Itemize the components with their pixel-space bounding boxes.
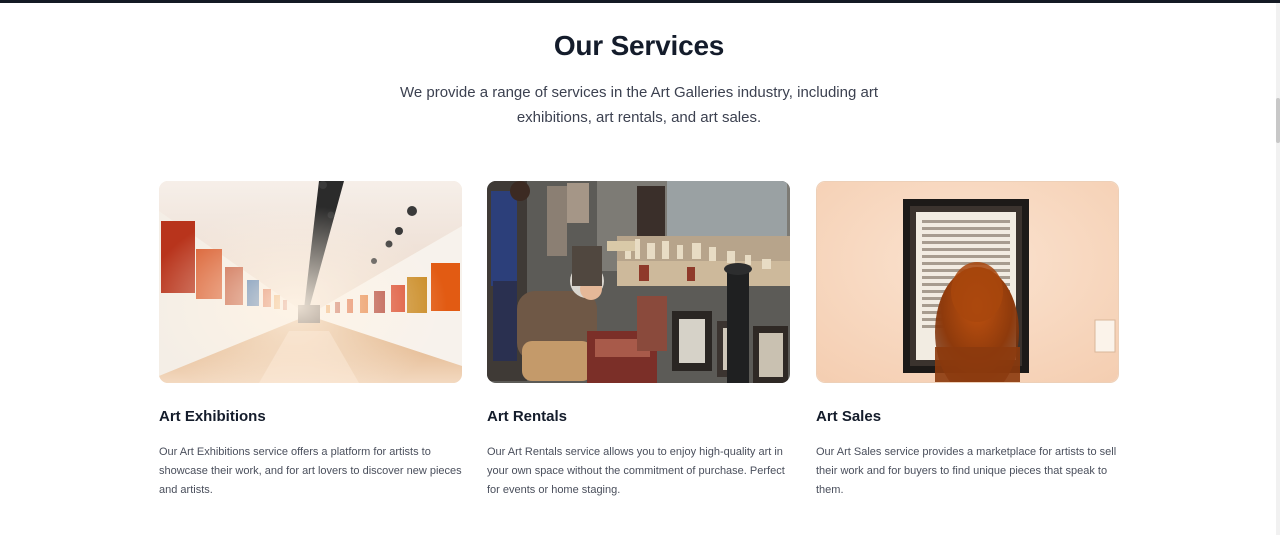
- page-scrollbar[interactable]: [1276, 3, 1280, 535]
- service-card-sales: Art Sales Our Art Sales service provides…: [816, 181, 1119, 496]
- service-title: Art Rentals: [487, 408, 568, 425]
- framed-artwork-photo: [816, 181, 1119, 383]
- service-description: Our Art Rentals service allows you to en…: [487, 446, 785, 496]
- service-title: Art Exhibitions: [159, 408, 266, 425]
- bookstall-photo: [487, 181, 790, 383]
- section-title: Our Services: [553, 30, 725, 61]
- gallery-corridor-photo: [159, 181, 462, 383]
- service-description: Our Art Sales service provides a marketp…: [816, 446, 1117, 496]
- service-card-rentals: Art Rentals Our Art Rentals service allo…: [487, 181, 790, 496]
- service-title: Art Sales: [816, 408, 882, 425]
- section-subtitle: We provide a range of services in the Ar…: [399, 84, 878, 126]
- service-description: Our Art Exhibitions service offers a pla…: [159, 446, 462, 496]
- scrollbar-thumb[interactable]: [1276, 98, 1280, 143]
- service-card-exhibitions: Art Exhibitions Our Art Exhibitions serv…: [159, 181, 462, 496]
- top-border: [0, 0, 1280, 3]
